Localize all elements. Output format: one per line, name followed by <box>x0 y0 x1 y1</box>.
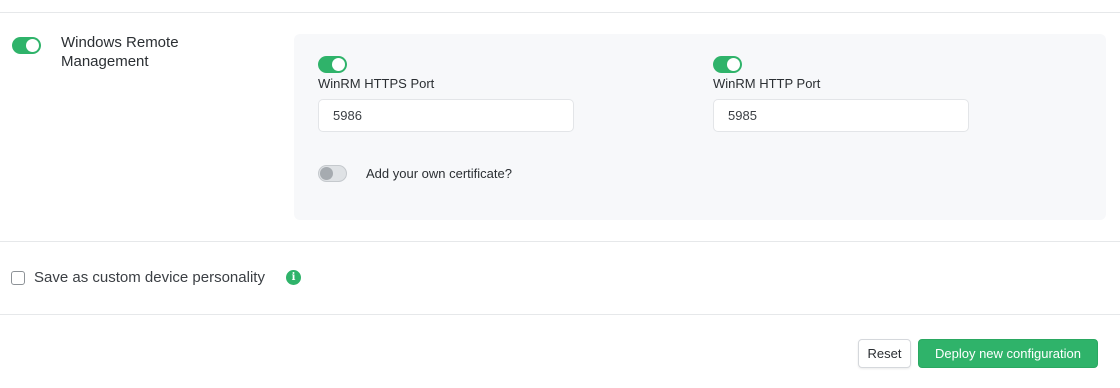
certificate-toggle[interactable] <box>318 165 347 182</box>
winrm-toggle[interactable] <box>12 37 41 54</box>
https-port-toggle[interactable] <box>318 56 347 73</box>
save-personality-label: Save as custom device personality <box>34 269 265 286</box>
deploy-button[interactable]: Deploy new configuration <box>918 339 1098 368</box>
http-port-label: WinRM HTTP Port <box>713 76 821 91</box>
http-port-toggle[interactable] <box>713 56 742 73</box>
http-port-input[interactable] <box>713 99 969 132</box>
https-port-input[interactable] <box>318 99 574 132</box>
https-port-label: WinRM HTTPS Port <box>318 76 435 91</box>
bottom-divider <box>0 314 1120 315</box>
certificate-label: Add your own certificate? <box>366 166 512 181</box>
info-icon[interactable]: i <box>286 270 301 285</box>
save-personality-checkbox[interactable] <box>11 271 25 285</box>
toggle-knob <box>332 58 345 71</box>
toggle-knob <box>727 58 740 71</box>
winrm-settings-panel: WinRM HTTPS Port WinRM HTTP Port Add you… <box>294 34 1106 220</box>
top-divider <box>0 12 1120 13</box>
middle-divider <box>0 241 1120 242</box>
toggle-knob <box>26 39 39 52</box>
reset-button[interactable]: Reset <box>858 339 911 368</box>
toggle-knob <box>320 167 333 180</box>
section-title: Windows Remote Management <box>61 34 179 70</box>
